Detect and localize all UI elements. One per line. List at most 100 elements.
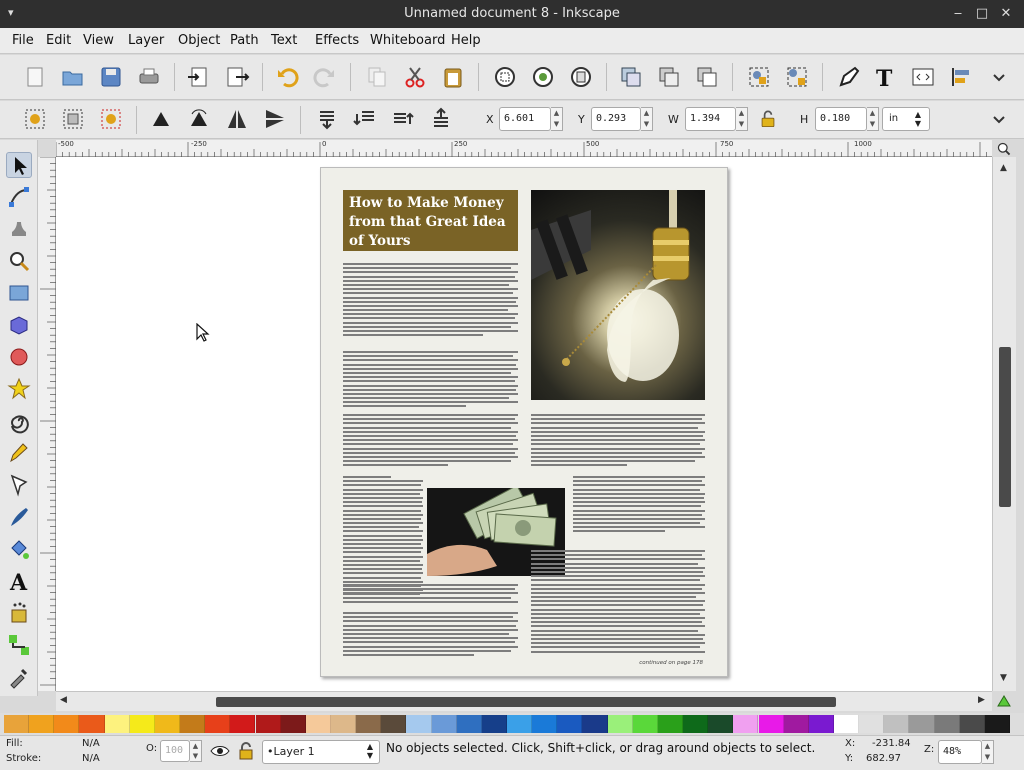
node-tool-icon[interactable] xyxy=(6,184,32,210)
minimize-button[interactable]: ‒ xyxy=(950,6,966,22)
palette-swatch[interactable] xyxy=(984,715,1010,733)
palette-swatch[interactable] xyxy=(104,715,130,733)
palette-swatch[interactable] xyxy=(280,715,306,733)
rectangle-tool-icon[interactable] xyxy=(6,280,32,306)
tweak-tool-icon[interactable] xyxy=(6,216,32,242)
maximize-button[interactable]: □ xyxy=(974,6,990,22)
document-headline[interactable]: How to Make Money from that Great Idea o… xyxy=(343,190,518,251)
palette-swatch[interactable] xyxy=(708,715,734,733)
opacity-input[interactable]: 100 xyxy=(160,740,190,762)
menu-view[interactable]: View xyxy=(83,33,114,48)
palette-swatch[interactable] xyxy=(683,715,709,733)
group-button[interactable] xyxy=(746,64,772,90)
menu-path[interactable]: Path xyxy=(230,33,259,48)
paint-bucket-tool-icon[interactable] xyxy=(6,536,32,562)
palette-swatch[interactable] xyxy=(657,715,684,733)
palette-swatch[interactable] xyxy=(255,715,281,733)
scroll-down-icon[interactable]: ▼ xyxy=(1000,673,1007,683)
palette-swatch[interactable] xyxy=(381,715,407,733)
palette-swatch[interactable] xyxy=(431,715,457,733)
palette-swatch[interactable] xyxy=(79,715,105,733)
selector-tool-icon[interactable] xyxy=(6,152,32,178)
close-button[interactable]: ✕ xyxy=(998,6,1014,22)
palette-swatch[interactable] xyxy=(833,715,860,733)
palette-swatch[interactable] xyxy=(481,715,507,733)
flip-vertical-button[interactable] xyxy=(262,106,288,132)
cut-button[interactable] xyxy=(402,64,428,90)
open-button[interactable] xyxy=(60,64,86,90)
menu-text[interactable]: Text xyxy=(271,33,297,48)
dropper-tool-icon[interactable] xyxy=(6,664,32,690)
paste-button[interactable] xyxy=(440,64,466,90)
width-spinner[interactable]: ▲ ▼ xyxy=(736,107,748,131)
drawing-canvas[interactable]: How to Make Money from that Great Idea o… xyxy=(56,157,992,691)
palette-swatch[interactable] xyxy=(456,715,482,733)
palette-swatch[interactable] xyxy=(305,715,331,733)
opacity-spinner[interactable]: ▲ ▼ xyxy=(190,740,202,762)
horizontal-scroll-thumb[interactable] xyxy=(216,697,836,707)
palette-swatch[interactable] xyxy=(557,715,583,733)
spiral-tool-icon[interactable] xyxy=(6,408,32,434)
import-button[interactable] xyxy=(186,64,212,90)
layer-lock-icon[interactable] xyxy=(238,742,254,760)
text-tool-icon[interactable]: A xyxy=(6,568,32,596)
lightbulb-photo[interactable] xyxy=(531,190,705,400)
lower-to-bottom-button[interactable] xyxy=(314,106,340,132)
palette-swatch[interactable] xyxy=(230,715,256,733)
zoom-page-button[interactable] xyxy=(568,64,594,90)
box3d-tool-icon[interactable] xyxy=(6,312,32,338)
zoom-corner-icon[interactable] xyxy=(994,141,1014,157)
zoom-selection-button[interactable] xyxy=(492,64,518,90)
palette-swatch[interactable] xyxy=(129,715,155,733)
horizontal-scrollbar[interactable]: ◀ ▶ xyxy=(56,691,992,711)
duplicate-button[interactable] xyxy=(618,64,644,90)
zoom-drawing-button[interactable] xyxy=(530,64,556,90)
palette-swatch[interactable] xyxy=(934,715,960,733)
palette-swatch[interactable] xyxy=(884,715,910,733)
calligraphy-tool-icon[interactable] xyxy=(6,504,32,530)
palette-swatch[interactable] xyxy=(205,715,231,733)
menu-effects[interactable]: Effects xyxy=(315,33,359,48)
palette-swatch[interactable] xyxy=(356,715,382,733)
x-input[interactable]: 6.601 xyxy=(499,107,551,131)
print-button[interactable] xyxy=(136,64,162,90)
zoom-tool-icon[interactable] xyxy=(6,248,32,274)
rotate-ccw-button[interactable] xyxy=(148,106,174,132)
palette-swatch[interactable] xyxy=(154,715,181,733)
connector-tool-icon[interactable] xyxy=(6,632,32,658)
palette-swatch[interactable] xyxy=(406,715,432,733)
palette-swatch[interactable] xyxy=(607,715,633,733)
palette-swatch[interactable] xyxy=(808,715,834,733)
fill-value[interactable]: N/A xyxy=(82,738,100,749)
palette-swatch[interactable] xyxy=(783,715,809,733)
new-document-button[interactable] xyxy=(22,64,48,90)
zoom-input[interactable]: 48% xyxy=(938,740,982,764)
zoom-spinner[interactable]: ▲ ▼ xyxy=(982,740,994,764)
pencil-tool-icon[interactable] xyxy=(6,440,32,466)
undo-button[interactable] xyxy=(274,64,300,90)
x-spinner[interactable]: ▲ ▼ xyxy=(551,107,563,131)
palette-swatch[interactable] xyxy=(733,715,759,733)
lock-ratio-button[interactable] xyxy=(757,108,779,130)
flip-horizontal-button[interactable] xyxy=(224,106,250,132)
palette-swatch[interactable] xyxy=(330,715,357,733)
unit-select[interactable]: in ▲ ▼ xyxy=(882,107,930,131)
copy-button[interactable] xyxy=(364,64,390,90)
current-layer-select[interactable]: •Layer 1 ▲ ▼ xyxy=(262,740,380,764)
fill-stroke-button[interactable] xyxy=(836,64,862,90)
palette-swatch[interactable] xyxy=(507,715,533,733)
text-font-button[interactable]: T xyxy=(872,64,898,92)
menu-help[interactable]: Help xyxy=(451,33,481,48)
y-spinner[interactable]: ▲ ▼ xyxy=(641,107,653,131)
align-distribute-button[interactable] xyxy=(948,64,974,90)
scroll-up-icon[interactable]: ▲ xyxy=(1000,163,1007,173)
xml-editor-button[interactable] xyxy=(910,64,936,90)
menu-file[interactable]: File xyxy=(12,33,34,48)
palette-swatch[interactable] xyxy=(29,715,55,733)
scroll-left-icon[interactable]: ◀ xyxy=(60,695,67,705)
ungroup-button[interactable] xyxy=(784,64,810,90)
palette-swatch[interactable] xyxy=(4,715,30,733)
width-input[interactable]: 1.394 xyxy=(685,107,736,131)
controls-overflow-button[interactable] xyxy=(986,106,1012,132)
clone-button[interactable] xyxy=(656,64,682,90)
